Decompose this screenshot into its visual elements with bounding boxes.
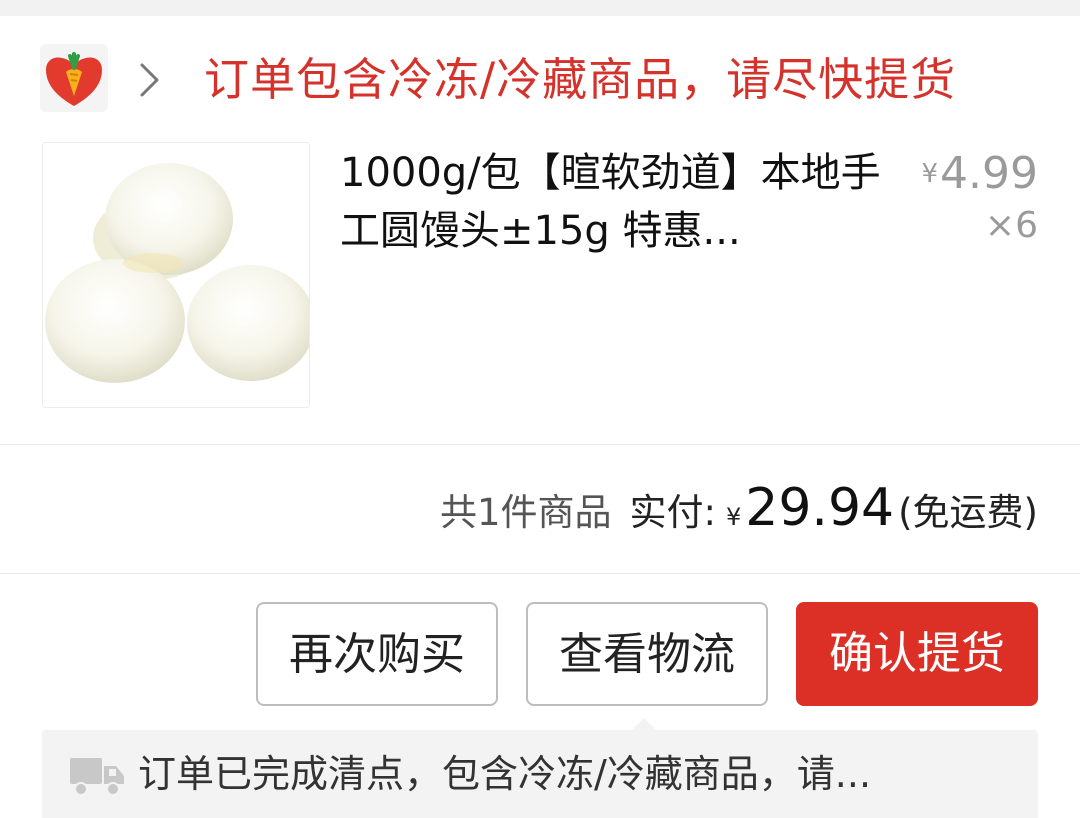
price-symbol: ¥ bbox=[921, 159, 939, 189]
order-card: 订单包含冷冻/冷藏商品，请尽快提货 1000g/包【暄软劲道】本地手工圆馒头±1… bbox=[0, 16, 1080, 818]
product-image[interactable] bbox=[42, 142, 310, 408]
divider bbox=[0, 573, 1080, 574]
product-name[interactable]: 1000g/包【暄软劲道】本地手工圆馒头±15g 特惠... bbox=[340, 144, 885, 260]
truck-icon bbox=[70, 758, 124, 796]
paid-amount: 29.94 bbox=[745, 478, 895, 538]
order-summary: 共1件商品 实付: ¥ 29.94 (免运费) bbox=[440, 478, 1038, 538]
quantity: ×6 bbox=[984, 205, 1038, 246]
currency-symbol: ¥ bbox=[725, 503, 742, 531]
confirm-pickup-button[interactable]: 确认提货 bbox=[796, 602, 1038, 706]
product-item[interactable]: 1000g/包【暄软劲道】本地手工圆馒头±15g 特惠... ¥4.99 ×6 bbox=[0, 140, 1080, 440]
divider bbox=[0, 444, 1080, 445]
chevron-right-icon bbox=[140, 63, 159, 97]
buy-again-button[interactable]: 再次购买 bbox=[256, 602, 498, 706]
store-header[interactable]: 订单包含冷冻/冷藏商品，请尽快提货 bbox=[0, 16, 1080, 136]
steamed-buns-image bbox=[45, 163, 309, 383]
delivery-message: 订单已完成清点，包含冷冻/冷藏商品，请... bbox=[138, 752, 872, 796]
paid-label: 实付: bbox=[629, 491, 716, 534]
unit-price: ¥4.99 bbox=[921, 148, 1038, 200]
shipping-note: (免运费) bbox=[898, 491, 1038, 534]
price-value: 4.99 bbox=[940, 148, 1038, 199]
item-count: 共1件商品 bbox=[439, 491, 612, 534]
carrot-logo-icon bbox=[40, 44, 108, 112]
frozen-goods-notice: 订单包含冷冻/冷藏商品，请尽快提货 bbox=[204, 53, 957, 106]
delivery-notice[interactable]: 订单已完成清点，包含冷冻/冷藏商品，请... bbox=[42, 730, 1038, 818]
view-logistics-button[interactable]: 查看物流 bbox=[526, 602, 768, 706]
